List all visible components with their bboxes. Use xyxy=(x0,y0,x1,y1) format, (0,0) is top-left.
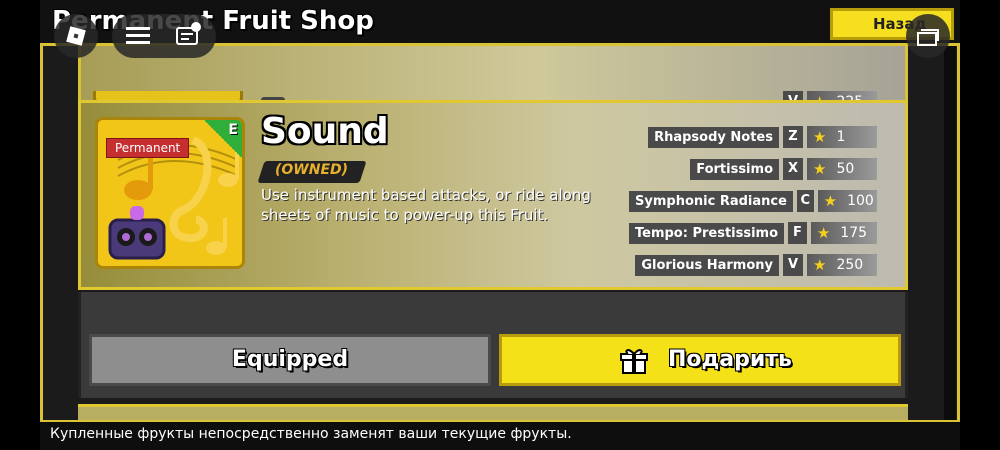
move-cost: ★ 1 xyxy=(807,126,877,148)
equipped-button[interactable]: Equipped xyxy=(89,334,491,386)
footer-notice: Купленные фрукты непосредственно заменят… xyxy=(40,420,960,450)
move-key: X xyxy=(783,158,803,180)
roblox-menu-button[interactable] xyxy=(54,14,98,58)
roblox-logo-icon xyxy=(66,26,86,46)
move-name: Fortissimo xyxy=(690,158,779,180)
star-icon: ★ xyxy=(813,160,827,178)
chat-icon[interactable] xyxy=(174,20,204,50)
hamburger-menu-icon[interactable] xyxy=(126,26,150,46)
rarity-letter: E xyxy=(228,122,238,138)
move-cost-value: 100 xyxy=(847,193,874,209)
move-name: Tempo: Prestissimo xyxy=(629,222,785,244)
move-key: V xyxy=(783,254,803,276)
fruit-icon-tile: Permanent E xyxy=(95,117,245,269)
move-row: Symphonic Radiance C ★ 100 xyxy=(629,185,877,217)
star-icon: ★ xyxy=(823,192,838,210)
move-key: C xyxy=(796,190,814,212)
fruit-name: Sound xyxy=(261,111,389,152)
inventory-stack-icon xyxy=(917,29,939,46)
gift-label: Подарить xyxy=(668,347,792,372)
move-name: Glorious Harmony xyxy=(635,254,779,276)
fruit-list[interactable]: V ★ 225 Permanent E xyxy=(78,46,910,420)
move-cost-value: 175 xyxy=(840,225,868,241)
move-row: Tempo: Prestissimo F ★ 175 xyxy=(629,217,877,249)
move-cost-value: 250 xyxy=(836,257,864,273)
permanent-badge: Permanent xyxy=(106,138,190,158)
move-row: Fortissimo X ★ 50 xyxy=(629,153,877,185)
move-row: Rhapsody Notes Z ★ 1 xyxy=(629,121,877,153)
move-row: Glorious Harmony V ★ 250 xyxy=(629,249,877,281)
top-menu-group xyxy=(112,14,216,58)
move-cost-value: 50 xyxy=(836,161,855,177)
card-actions: Equipped Подарить xyxy=(78,292,908,398)
move-name: Rhapsody Notes xyxy=(648,126,779,148)
move-cost: ★ 250 xyxy=(807,254,877,276)
move-cost: ★ 50 xyxy=(807,158,877,180)
next-fruit-card xyxy=(78,404,908,420)
move-key: F xyxy=(788,222,807,244)
move-cost: ★ 100 xyxy=(817,190,877,212)
fruit-card-sound: Permanent E Sound (OWNED) Use instrument… xyxy=(78,100,908,290)
star-icon: ★ xyxy=(813,256,827,274)
move-name: Symphonic Radiance xyxy=(629,190,793,212)
backpack-button[interactable] xyxy=(906,14,950,58)
fruit-description: Use instrument based attacks, or ride al… xyxy=(261,186,591,224)
gift-icon xyxy=(620,349,648,374)
move-cost: ★ 175 xyxy=(810,222,877,244)
star-icon: ★ xyxy=(816,224,831,242)
owned-status: (OWNED) xyxy=(275,162,349,178)
scrollbar[interactable] xyxy=(944,46,956,420)
star-icon: ★ xyxy=(813,128,827,146)
gift-button[interactable]: Подарить xyxy=(499,334,901,386)
sound-fruit-box-icon xyxy=(108,206,166,260)
move-key: Z xyxy=(783,126,803,148)
move-list: Rhapsody Notes Z ★ 1 Fortissimo X ★ 50 Sym… xyxy=(629,121,877,281)
move-cost-value: 1 xyxy=(836,129,846,145)
